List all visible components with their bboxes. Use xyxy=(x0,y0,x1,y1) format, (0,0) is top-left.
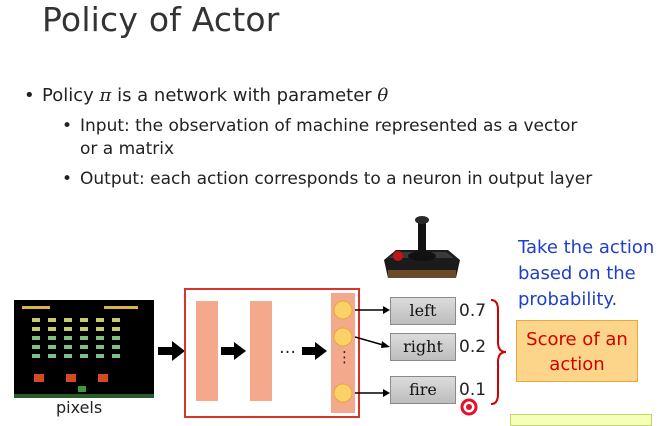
ellipsis: … xyxy=(279,338,296,358)
action-right: right xyxy=(390,333,456,361)
hidden-layer xyxy=(250,301,272,401)
record-indicator-icon xyxy=(460,398,478,416)
bullet-policy: • Policy π is a network with parameter θ xyxy=(24,85,389,106)
joystick-icon xyxy=(384,216,460,278)
vertical-ellipsis: ⋮ xyxy=(337,348,352,366)
prob-fire: 0.1 xyxy=(459,380,487,400)
bullet-policy-text-b: is a network with parameter xyxy=(111,85,378,106)
action-note-line: probability. xyxy=(518,289,618,310)
slide-title: Policy of Actor xyxy=(42,0,280,39)
bullet-dot: • xyxy=(62,169,73,189)
action-fire: fire xyxy=(390,376,456,404)
prob-left: 0.7 xyxy=(459,301,487,321)
pixels-label: pixels xyxy=(56,398,103,417)
arrow-right-icon xyxy=(158,341,185,361)
action-left: left xyxy=(390,297,456,325)
partial-note-box xyxy=(510,414,652,426)
score-label-line: Score of an xyxy=(526,329,628,350)
bullet-policy-text-a: Policy xyxy=(42,85,100,106)
theta-symbol: θ xyxy=(377,85,389,106)
prob-right: 0.2 xyxy=(459,337,487,357)
action-note: Take the action based on the probability… xyxy=(518,235,660,313)
space-invaders-screen xyxy=(14,300,154,398)
brace xyxy=(490,299,507,405)
hidden-layer xyxy=(196,301,218,401)
bullet-input: • Input: the observation of machine repr… xyxy=(62,115,600,161)
score-box: Score of an action xyxy=(516,320,638,382)
arrow-right-icon xyxy=(221,342,246,360)
bullet-input-text: Input: the observation of machine repres… xyxy=(80,116,578,159)
score-label-line: action xyxy=(549,354,605,375)
pi-symbol: π xyxy=(99,85,112,106)
bullet-dot: • xyxy=(24,85,35,106)
output-arrows xyxy=(355,306,390,397)
bullet-output: • Output: each action corresponds to a n… xyxy=(62,168,600,191)
bullet-output-text: Output: each action corresponds to a neu… xyxy=(80,169,593,189)
bullet-dot: • xyxy=(62,116,73,136)
action-note-line: Take the action xyxy=(518,237,655,258)
action-note-line: based on the xyxy=(518,263,636,284)
arrow-right-icon xyxy=(302,342,327,360)
